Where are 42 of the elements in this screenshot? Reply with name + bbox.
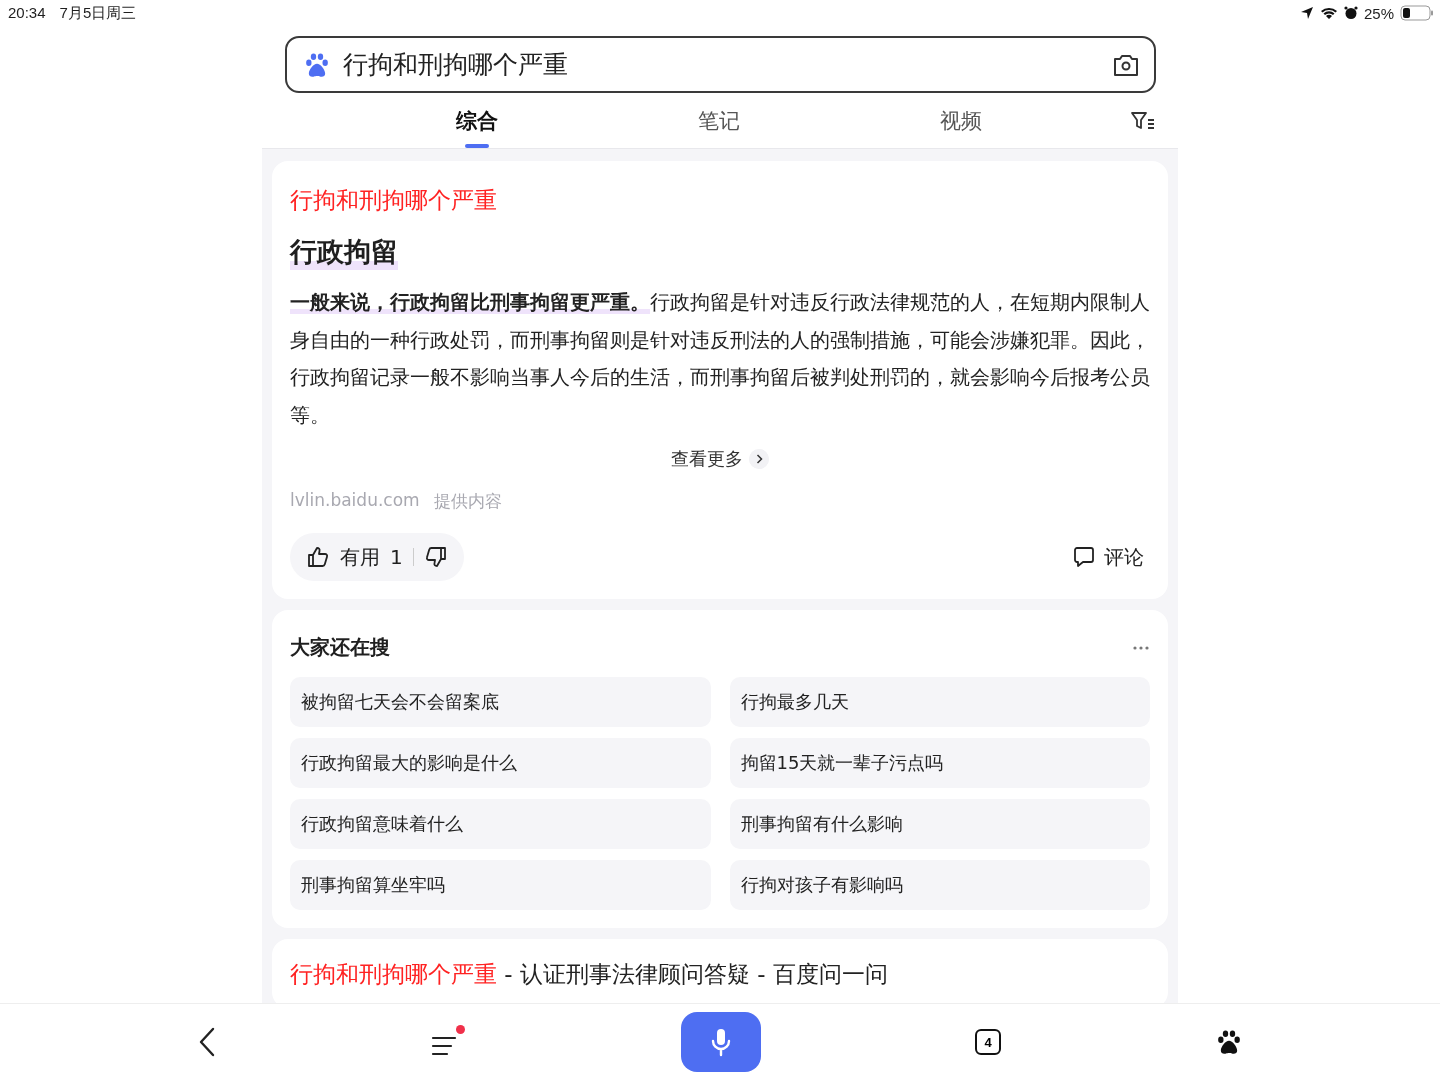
tab[interactable]: 综合: [356, 96, 598, 145]
related-search-item[interactable]: 刑事拘留有什么影响: [729, 799, 1150, 849]
search-input[interactable]: 行拘和刑拘哪个严重: [341, 49, 1102, 80]
related-title: 大家还在搜: [290, 634, 390, 661]
useful-label: 有用: [340, 543, 380, 571]
back-button[interactable]: [197, 1026, 217, 1058]
more-icon[interactable]: [1132, 644, 1150, 651]
see-more-button[interactable]: 查看更多: [665, 446, 775, 472]
thumbs-up-icon[interactable]: [306, 545, 330, 569]
related-search-item[interactable]: 行拘最多几天: [729, 677, 1150, 727]
related-search-item[interactable]: 行政拘留最大的影响是什么: [290, 738, 711, 788]
microphone-icon: [710, 1027, 732, 1057]
tab-count-button[interactable]: 4: [975, 1029, 1001, 1055]
related-search-item[interactable]: 行政拘留意味着什么: [290, 799, 711, 849]
related-search-item[interactable]: 行拘对孩子有影响吗: [729, 860, 1150, 910]
related-search-item[interactable]: 拘留15天就一辈子污点吗: [729, 738, 1150, 788]
battery-percent: 25%: [1363, 4, 1394, 22]
related-search-item[interactable]: 刑事拘留算坐牢吗: [290, 860, 711, 910]
paw-home-button[interactable]: [1215, 1028, 1243, 1056]
location-icon: [1299, 6, 1314, 20]
answer-text: 一般来说，行政拘留比刑事拘留更严重。行政拘留是针对违反行政法律规范的人，在短期内限制人身自由的一种行政处罚，而刑事拘留则是针对违反刑法的人的强制措施，可能会涉嫌犯罪。因此，行政拘留记录一般不影响当事人今后的生活，而刑事拘留后被判处刑罚的，就会影响今后报考公员等。: [290, 290, 1150, 429]
filter-icon[interactable]: [1130, 109, 1156, 132]
alarm-icon: [1343, 6, 1358, 20]
useful-count: 1: [390, 545, 403, 569]
battery-icon: [1400, 5, 1434, 21]
status-time: 20:34: [8, 3, 46, 23]
tab[interactable]: 笔记: [598, 96, 840, 145]
voice-search-button[interactable]: [681, 1012, 761, 1072]
wifi-icon: [1319, 6, 1338, 20]
related-search-item[interactable]: 被拘留七天会不会留案底: [290, 677, 711, 727]
paw-icon: [1215, 1028, 1243, 1056]
source-note: 提供内容: [433, 490, 502, 513]
back-icon: [197, 1026, 217, 1058]
search-field[interactable]: 行拘和刑拘哪个严重: [285, 36, 1156, 93]
result-title[interactable]: 行拘和刑拘哪个严重 - 认证刑事法律顾问答疑 - 百度问一问: [290, 959, 1150, 990]
thumbs-down-icon[interactable]: [423, 545, 448, 569]
query-title: 行拘和刑拘哪个严重: [290, 186, 498, 215]
status-date: 7月5日周三: [59, 3, 137, 23]
comment-button[interactable]: 评论: [1066, 542, 1150, 572]
useful-pill[interactable]: 有用 1: [290, 533, 464, 581]
tab[interactable]: 视频: [840, 96, 1082, 145]
comment-icon: [1072, 545, 1096, 569]
